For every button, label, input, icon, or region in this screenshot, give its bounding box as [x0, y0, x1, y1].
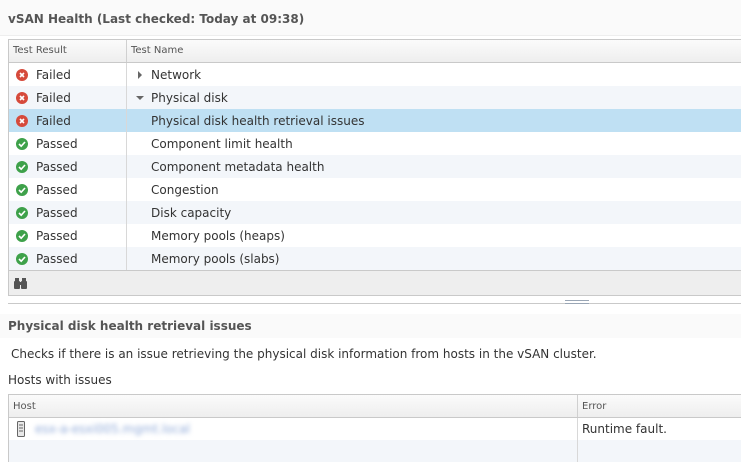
splitter-grip-icon[interactable] [565, 300, 589, 307]
failed-status-icon [16, 91, 28, 104]
vsan-health-title: vSAN Health (Last checked: Today at 09:3… [8, 12, 305, 26]
test-result: Failed [36, 90, 71, 105]
test-name: Memory pools (slabs) [151, 251, 280, 266]
failed-status-icon [16, 68, 28, 81]
host-name[interactable]: esx-a-esxi005.mgmt.local [35, 422, 190, 436]
vsan-health-header: vSAN Health (Last checked: Today at 09:3… [0, 0, 741, 36]
test-name: Congestion [151, 182, 219, 197]
test-name: Component metadata health [151, 159, 325, 174]
expand-arrow-icon[interactable] [135, 70, 145, 80]
hosts-grid: Host Error esx-a-esxi005.mgmt.local Runt… [8, 394, 741, 462]
test-result: Passed [36, 228, 78, 243]
host-server-icon [17, 421, 25, 437]
test-result: Passed [36, 251, 78, 266]
test-name: Component limit health [151, 136, 293, 151]
test-result: Passed [36, 182, 78, 197]
table-row-selected[interactable]: Failed Physical disk health retrieval is… [9, 109, 741, 132]
table-row[interactable]: Passed Memory pools (slabs) [9, 247, 741, 270]
detail-description: Checks if there is an issue retrieving t… [11, 347, 597, 361]
passed-status-icon [16, 206, 28, 219]
test-name: Memory pools (heaps) [151, 228, 285, 243]
hosts-grid-header: Host Error [9, 395, 741, 418]
test-result: Passed [36, 159, 78, 174]
hosts-with-issues-label: Hosts with issues [8, 373, 112, 387]
detail-title: Physical disk health retrieval issues [8, 319, 252, 333]
grid-header: Test Result Test Name [9, 40, 741, 63]
test-name: Physical disk [151, 90, 228, 105]
passed-status-icon [16, 137, 28, 150]
passed-status-icon [16, 183, 28, 196]
passed-status-icon [16, 160, 28, 173]
column-header-test-result[interactable]: Test Result [9, 40, 127, 62]
test-result: Passed [36, 205, 78, 220]
passed-status-icon [16, 229, 28, 242]
collapse-arrow-icon[interactable] [135, 93, 145, 103]
empty-host-row [9, 440, 741, 462]
grid-footer [9, 270, 741, 295]
table-row[interactable]: Passed Component limit health [9, 132, 741, 155]
test-name: Physical disk health retrieval issues [151, 113, 365, 128]
table-row[interactable]: Passed Disk capacity [9, 201, 741, 224]
test-result: Failed [36, 67, 71, 82]
table-row[interactable]: Failed Physical disk [9, 86, 741, 109]
test-result: Failed [36, 113, 71, 128]
column-header-error[interactable]: Error [578, 395, 741, 417]
passed-status-icon [16, 252, 28, 265]
host-row[interactable]: esx-a-esxi005.mgmt.local Runtime fault. [9, 418, 741, 440]
column-header-test-name[interactable]: Test Name [127, 40, 741, 62]
table-row[interactable]: Failed Network [9, 63, 741, 86]
host-error: Runtime fault. [582, 422, 667, 436]
test-name: Network [151, 67, 202, 82]
test-result: Passed [36, 136, 78, 151]
table-row[interactable]: Passed Memory pools (heaps) [9, 224, 741, 247]
table-row[interactable]: Passed Component metadata health [9, 155, 741, 178]
detail-header: Physical disk health retrieval issues [0, 314, 741, 338]
binoculars-icon[interactable] [13, 276, 31, 290]
pane-splitter[interactable] [8, 303, 741, 304]
table-row[interactable]: Passed Congestion [9, 178, 741, 201]
column-header-host[interactable]: Host [9, 395, 578, 417]
test-name: Disk capacity [151, 205, 232, 220]
failed-status-icon [16, 114, 28, 127]
health-test-grid: Test Result Test Name Failed Network Fai… [8, 39, 741, 296]
